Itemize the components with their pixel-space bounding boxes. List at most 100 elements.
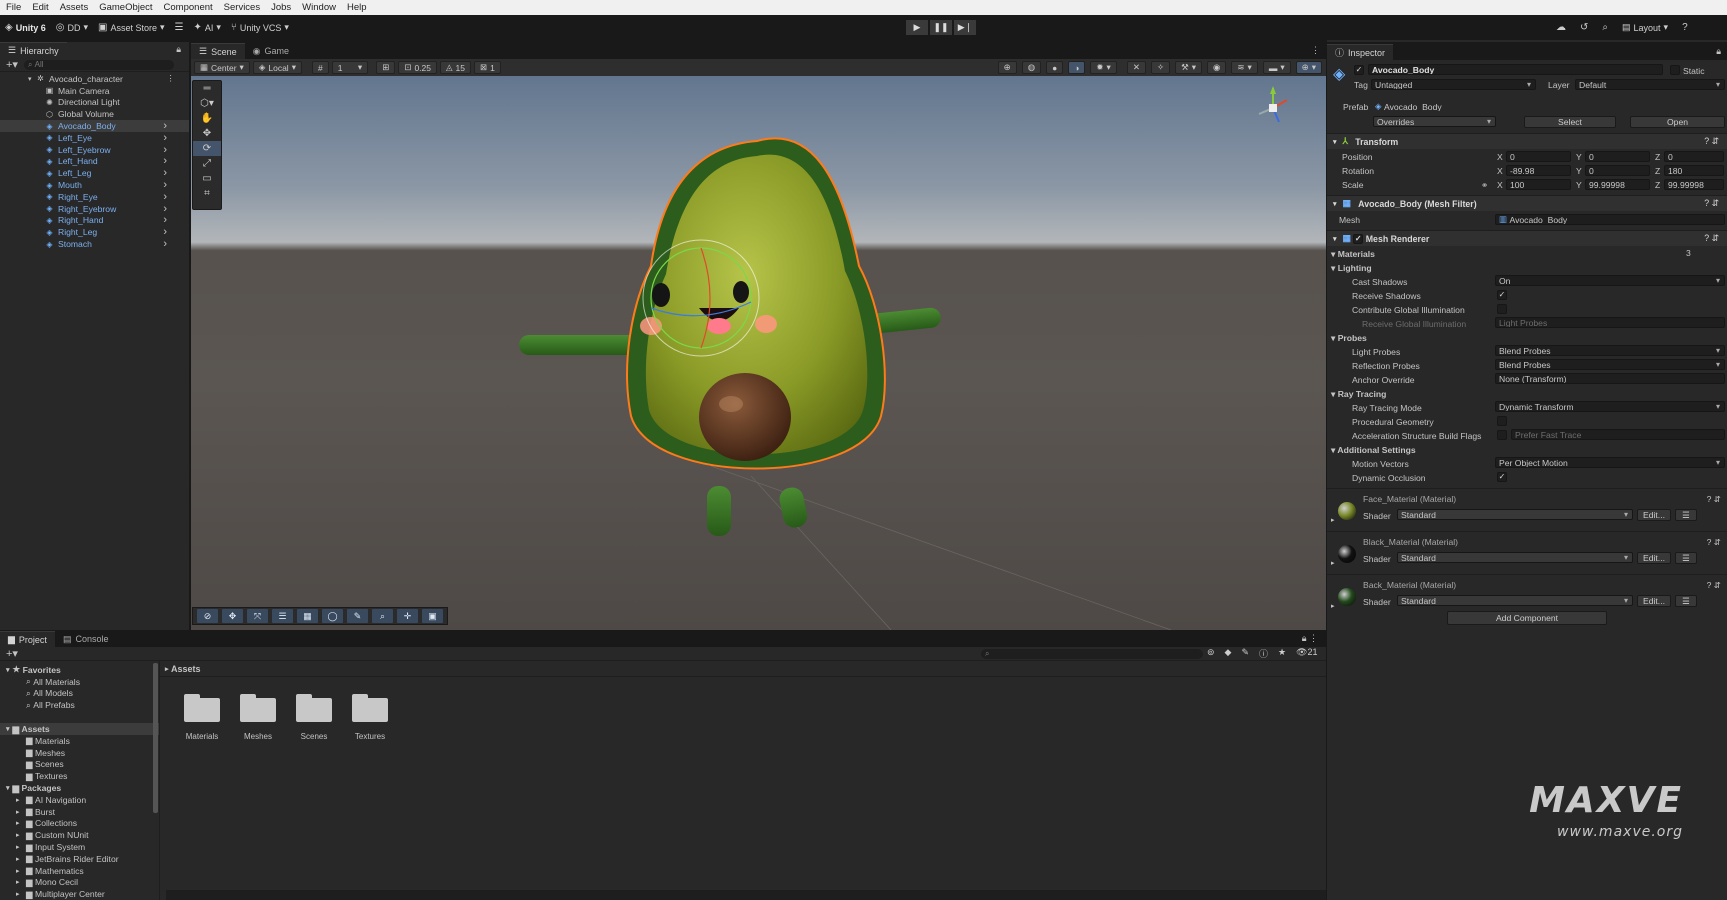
more-icon[interactable]: ⋮ — [166, 73, 175, 84]
project-tree-item[interactable]: ▆ Materials — [0, 735, 159, 747]
lighting-toggle[interactable]: ✹ ▾ — [1090, 61, 1117, 74]
asset-store-button[interactable]: ▣ Asset Store ▾ — [93, 19, 170, 36]
pivot-center-dropdown[interactable]: ▦ Center ▾ — [194, 61, 250, 74]
history-icon[interactable]: ↺ — [1580, 22, 1588, 33]
material-preview-sphere[interactable] — [1338, 502, 1356, 520]
layout-dropdown[interactable]: ▤ Layout ▾ — [1622, 19, 1668, 36]
hierarchy-item[interactable]: ◈ Left_Eye › — [0, 132, 189, 144]
mesh-grid-icon[interactable]: ▦ — [297, 609, 318, 623]
shader-dropdown[interactable]: Standard — [1397, 552, 1633, 563]
tab-project[interactable]: ▆ Project — [0, 631, 55, 647]
packages-header[interactable]: ▾ ▆ Packages — [0, 782, 159, 794]
move-snap-field[interactable]: ⊡ 0.25 — [398, 61, 437, 74]
transform-tool-icon[interactable]: ⌗ — [193, 186, 221, 201]
layers-toggle[interactable]: ≋ ▾ — [1231, 61, 1258, 74]
menu-help[interactable]: Help — [347, 2, 367, 13]
mesh-field[interactable]: ▥ Avocado_Body — [1495, 214, 1725, 225]
rotation-y-field[interactable]: 0 — [1585, 165, 1650, 176]
hierarchy-item[interactable]: ◈ Left_Eyebrow › — [0, 144, 189, 156]
transform-header[interactable]: ▾ ⅄ Transform? ⇵ — [1327, 133, 1727, 149]
project-tree-item[interactable]: ▸ ▆ AI Navigation — [0, 794, 159, 806]
vcs-button[interactable]: ⑂ Unity VCS ▾ — [226, 19, 294, 36]
mesh-renderer-header[interactable]: ▾ ▦ ✓ Mesh Renderer? ⇵ — [1327, 230, 1727, 246]
component-menu-icon[interactable]: ? ⇵ — [1704, 198, 1719, 209]
chevron-right-icon[interactable]: ▸ — [1331, 559, 1335, 567]
scale-snap-field[interactable]: ⊠ 1 — [474, 61, 501, 74]
axis-label-x[interactable]: X — [1497, 152, 1503, 162]
motion-field[interactable]: Per Object Motion — [1495, 457, 1725, 468]
hierarchy-item[interactable]: ◈ Left_Hand › — [0, 155, 189, 167]
chevron-right-icon[interactable]: › — [163, 203, 167, 215]
contribute-gi-label-checkbox[interactable] — [1497, 304, 1507, 314]
lock-icon[interactable]: 🔒︎ — [176, 44, 181, 55]
add-icon[interactable]: +▾ — [6, 58, 18, 71]
account-button[interactable]: ◎ DD ▾ — [51, 19, 93, 36]
shading-wire-button[interactable]: ◍ — [1021, 61, 1042, 74]
shader-edit-button[interactable]: Edit... — [1637, 595, 1671, 607]
material-preview-sphere[interactable] — [1338, 545, 1356, 563]
occlusion-label-checkbox[interactable]: ✓ — [1497, 472, 1507, 482]
hierarchy-item[interactable]: ◈ Avocado_Body › — [0, 120, 189, 132]
shader-edit-button[interactable]: Edit... — [1637, 552, 1671, 564]
position-z-field[interactable]: 0 — [1664, 151, 1724, 162]
chevron-right-icon[interactable]: › — [163, 191, 167, 203]
materials-count-field[interactable]: 3 — [1683, 247, 1725, 258]
static-checkbox[interactable] — [1670, 65, 1680, 75]
rotate-tool-icon[interactable]: ⟳ — [193, 141, 221, 156]
hierarchy-item[interactable]: ◈ Right_Eye › — [0, 191, 189, 203]
tab-game[interactable]: ◉ Game — [244, 43, 297, 59]
shader-list-icon[interactable]: ☰ — [1675, 595, 1697, 607]
label-icon[interactable]: ◆ — [1225, 647, 1232, 660]
tree-scrollbar[interactable] — [153, 663, 158, 813]
project-tree-item[interactable]: ▸ ▆ Mono Cecil — [0, 877, 159, 889]
axis-label-x[interactable]: X — [1497, 180, 1503, 190]
hierarchy-item[interactable]: ✺ Directional Light — [0, 97, 189, 109]
project-tree-item[interactable]: ▆ Textures — [0, 770, 159, 782]
zoom-icon[interactable]: ⌕ — [372, 609, 393, 623]
rotation-x-field[interactable]: -89.98 — [1506, 165, 1571, 176]
scale-y-field[interactable]: 99.99998 — [1585, 179, 1650, 190]
section-probes[interactable]: ▾ Probes — [1331, 333, 1367, 344]
add-component-button[interactable]: Add Component — [1447, 611, 1607, 625]
axis-label-x[interactable]: X — [1497, 166, 1503, 176]
axis-label-y[interactable]: Y — [1576, 180, 1582, 190]
pause-button[interactable]: ❚❚ — [930, 20, 952, 35]
play-button[interactable]: ▶ — [906, 20, 928, 35]
reflection-probes-field[interactable]: Blend Probes — [1495, 359, 1725, 370]
section-ray-tracing[interactable]: ▾ Ray Tracing — [1331, 389, 1386, 400]
section-additional[interactable]: ▾ Additional Settings — [1331, 445, 1416, 456]
active-checkbox[interactable]: ✓ — [1354, 65, 1364, 75]
receive-gi-field[interactable]: Light Probes — [1495, 317, 1725, 328]
section-materials-label[interactable]: ▾ Materials — [1331, 249, 1375, 260]
prefab-select-button[interactable]: Select — [1524, 116, 1616, 128]
project-tree-item[interactable]: ▸ ▆ Input System — [0, 841, 159, 853]
unity-menu-button[interactable]: ◈ Unity 6 — [0, 19, 51, 36]
chevron-right-icon[interactable]: › — [163, 214, 167, 226]
project-tree-item[interactable]: ▆ Scenes — [0, 759, 159, 771]
scale-tool-icon[interactable]: ⤢ — [193, 156, 221, 171]
menu-jobs[interactable]: Jobs — [271, 2, 291, 13]
cast-shadows-field[interactable]: On — [1495, 275, 1725, 286]
asset-folder[interactable]: Scenes — [294, 694, 334, 741]
accel-checkbox[interactable] — [1497, 430, 1507, 440]
lock-icon[interactable]: 🔒︎ ⋮ — [1302, 633, 1318, 644]
menu-assets[interactable]: Assets — [60, 2, 89, 13]
shading-shaded-button[interactable]: ● — [1046, 61, 1064, 74]
constrain-proportions-icon[interactable]: ⚭ — [1481, 180, 1488, 191]
prefab-open-button[interactable]: Open — [1630, 116, 1725, 128]
hierarchy-item[interactable]: ▣ Main Camera — [0, 85, 189, 97]
menu-window[interactable]: Window — [302, 2, 336, 13]
material-preview-sphere[interactable] — [1338, 588, 1356, 606]
component-menu-icon[interactable]: ? ⇵ — [1704, 136, 1719, 147]
hierarchy-item[interactable]: ◈ Left_Leg › — [0, 167, 189, 179]
visibility-count[interactable]: 👁︎21 — [1296, 647, 1317, 660]
overlay-menu-icon[interactable]: ═ — [193, 81, 221, 96]
anchor-field[interactable]: None (Transform) — [1495, 373, 1725, 384]
project-tree-item[interactable]: ▸ ▆ Multiplayer Center — [0, 888, 159, 900]
rotate-snap-field[interactable]: ◬ 15 — [439, 61, 471, 74]
project-tree-item[interactable]: ▸ ▆ Burst — [0, 806, 159, 818]
shader-dropdown[interactable]: Standard — [1397, 509, 1633, 520]
shader-list-icon[interactable]: ☰ — [1675, 509, 1697, 521]
gizmo-toggle[interactable]: ⚒ ▾ — [1175, 61, 1202, 74]
ai-button[interactable]: ✦ AI ▾ — [188, 19, 225, 36]
